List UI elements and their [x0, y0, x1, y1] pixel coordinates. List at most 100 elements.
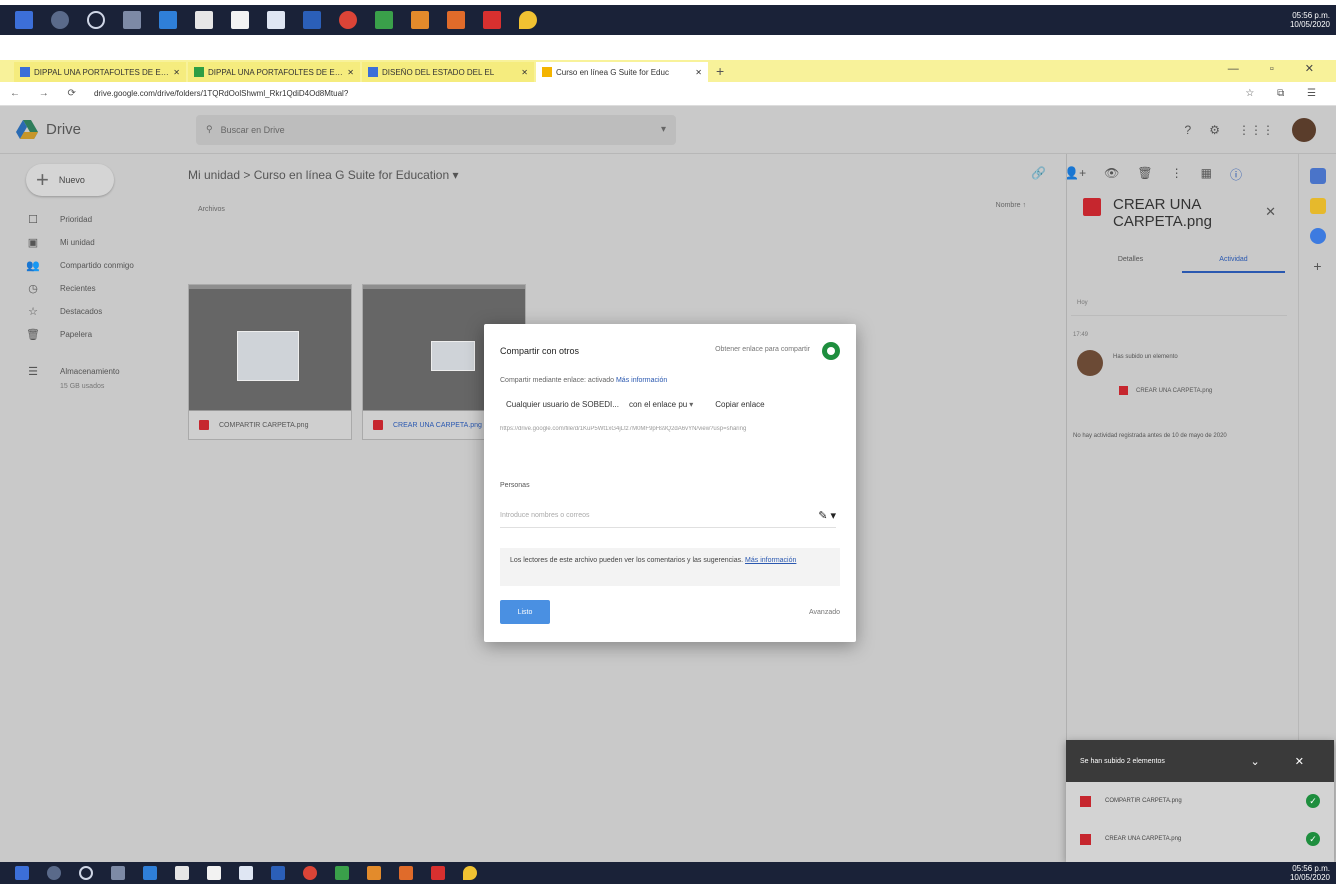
tab-close-icon[interactable]: ✕ — [347, 68, 354, 77]
link-sharing-toggle[interactable] — [822, 342, 840, 360]
task-view-icon[interactable] — [123, 11, 141, 29]
tab-close-icon[interactable]: ✕ — [173, 68, 180, 77]
people-input[interactable]: Introduce nombres o correos ✎ ▾ — [500, 504, 836, 528]
permission-dropdown[interactable]: con el enlace pu — [629, 400, 687, 409]
advanced-link[interactable]: Avanzado — [809, 609, 840, 616]
app-green-icon[interactable] — [335, 866, 349, 880]
browser-tab[interactable]: DIPPAL UNA PORTAFOLTES DE EVIDET ✕ — [188, 62, 360, 82]
nav-buttons[interactable]: ← → ⟳ — [10, 88, 84, 99]
tasks-icon[interactable] — [1309, 228, 1326, 244]
windows-start-icon[interactable] — [15, 866, 29, 880]
url-field[interactable]: drive.google.com/drive/folders/1TQRdOolS… — [94, 89, 1245, 98]
get-share-link[interactable]: Obtener enlace para compartir — [715, 346, 810, 353]
search-icon[interactable] — [47, 866, 61, 880]
file-explorer-icon[interactable] — [175, 866, 189, 880]
settings-icon[interactable]: ⚙ — [1209, 123, 1220, 137]
image-file-icon — [1083, 198, 1101, 216]
search-options-icon[interactable]: ▾ — [661, 124, 666, 135]
calendar-icon[interactable] — [1309, 168, 1326, 184]
pencil-icon[interactable]: ✎ ▾ — [818, 509, 836, 522]
sidebar-item-trash[interactable]: 🗑 Papelera — [0, 323, 168, 346]
tab-activity[interactable]: Actividad — [1182, 256, 1285, 273]
sidebar-item-priority[interactable]: ☐ Prioridad — [0, 208, 168, 231]
chrome-icon[interactable] — [303, 866, 317, 880]
mail-icon[interactable] — [239, 866, 253, 880]
chrome-icon[interactable] — [339, 11, 357, 29]
help-icon[interactable]: ? — [1185, 123, 1192, 137]
activity-note: No hay actividad registrada antes de 10 … — [1073, 433, 1227, 439]
pdf-icon[interactable] — [483, 11, 501, 29]
store-icon[interactable] — [231, 11, 249, 29]
cortana-icon[interactable] — [87, 11, 105, 29]
window-controls[interactable]: — ▫ ✕ — [1228, 62, 1328, 75]
screen: 05:56 p.m. 10/05/2020 DIPPAL UNA PORTAFO… — [0, 0, 1336, 884]
sidebar-item-shared[interactable]: 👥 Compartido conmigo — [0, 254, 168, 277]
taskbar-clock[interactable]: 05:56 p.m. 10/05/2020 — [1290, 864, 1330, 882]
file-explorer-icon[interactable] — [195, 11, 213, 29]
maps-pin-icon[interactable] — [463, 866, 477, 880]
taskbar-date: 10/05/2020 — [1289, 873, 1330, 882]
drive-header: Drive ⚲ Buscar en Drive ▾ ? ⚙ ⋮⋮⋮ — [0, 106, 1336, 154]
new-button[interactable]: + Nuevo — [26, 164, 114, 196]
pdf-icon[interactable] — [431, 866, 445, 880]
storage-icon: ☰ — [28, 366, 38, 378]
drive-app-icon[interactable] — [367, 866, 381, 880]
audience-dropdown[interactable]: Cualquier usuario de SOBEDI... — [506, 400, 619, 409]
account-avatar[interactable] — [1292, 117, 1316, 142]
priority-icon: ☐ — [28, 214, 38, 226]
windows-start-icon[interactable] — [15, 11, 33, 29]
apps-grid-icon[interactable]: ⋮⋮⋮ — [1238, 123, 1274, 137]
mail-icon[interactable] — [267, 11, 285, 29]
activity-file[interactable]: CREAR UNA CARPETA.png — [1119, 386, 1212, 395]
sidebar-item-starred[interactable]: ☆ Destacados — [0, 300, 168, 323]
sidebar-item-my-drive[interactable]: ▣ Mi unidad — [0, 231, 168, 254]
chevron-down-icon[interactable]: ▾ — [689, 400, 693, 409]
sidebar-item-recent[interactable]: ◷ Recientes — [0, 277, 168, 300]
task-view-icon[interactable] — [111, 866, 125, 880]
new-tab-button[interactable]: + — [716, 63, 724, 79]
tab-close-icon[interactable]: ✕ — [695, 68, 702, 77]
taskbar-clock[interactable]: 05:56 p.m. 10/05/2020 — [1290, 11, 1330, 29]
browser-tab-active[interactable]: Curso en línea G Suite for Educ ✕ — [536, 62, 708, 82]
sidebar-item-storage[interactable]: ☰ Almacenamiento — [0, 360, 168, 383]
app-green-icon[interactable] — [375, 11, 393, 29]
keep-icon[interactable] — [1309, 198, 1326, 214]
app-orange-icon[interactable] — [447, 11, 465, 29]
drive-logo[interactable]: Drive — [16, 119, 176, 140]
app-orange-icon[interactable] — [399, 866, 413, 880]
drive-app-icon[interactable] — [411, 11, 429, 29]
tab-close-icon[interactable]: ✕ — [521, 68, 528, 77]
more-info-link[interactable]: Más información — [616, 377, 667, 384]
edge-icon[interactable] — [159, 11, 177, 29]
activity-filter[interactable]: Hoy — [1071, 294, 1287, 316]
get-link-icon[interactable]: 🔗 — [1031, 166, 1046, 183]
tab-details[interactable]: Detalles — [1079, 256, 1182, 273]
breadcrumb[interactable]: Mi unidad > Curso en línea G Suite for E… — [188, 168, 459, 182]
sort-control[interactable]: Nombre ↑ — [996, 202, 1026, 209]
maps-pin-icon[interactable] — [519, 11, 537, 29]
search-icon[interactable] — [51, 11, 69, 29]
sidebar-item-label: Almacenamiento — [60, 367, 120, 376]
store-icon[interactable] — [207, 866, 221, 880]
link-status: Compartir mediante enlace: activado Más … — [500, 377, 667, 384]
word-icon[interactable] — [271, 866, 285, 880]
upload-controls[interactable]: ⌄ ✕ — [1251, 755, 1321, 768]
edge-icon[interactable] — [143, 866, 157, 880]
browser-actions[interactable]: ☆ ⧉ ☰ — [1245, 88, 1326, 99]
file-card[interactable]: COMPARTIR CARPETA.png — [188, 284, 352, 440]
done-button[interactable]: Listo — [500, 600, 550, 624]
search-input[interactable]: ⚲ Buscar en Drive ▾ — [196, 114, 676, 145]
upload-item[interactable]: COMPARTIR CARPETA.png ✓ — [1066, 782, 1334, 820]
add-addon-icon[interactable]: + — [1310, 258, 1326, 274]
cortana-icon[interactable] — [79, 866, 93, 880]
file-name: CREAR UNA CARPETA.png — [393, 421, 482, 429]
note-more-info-link[interactable]: Más información — [745, 557, 796, 564]
browser-tab[interactable]: DISEÑO DEL ESTADO DEL EL ✕ — [362, 62, 534, 82]
copy-link-button[interactable]: Copiar enlace — [715, 400, 764, 409]
close-icon[interactable]: ✕ — [1265, 204, 1276, 220]
tab-label: DIPPAL UNA PORTAFOLTES DE EVIDET — [208, 67, 344, 77]
browser-tab[interactable]: DIPPAL UNA PORTAFOLTES DE EVIDET ✕ — [14, 62, 186, 82]
share-url[interactable]: https://drive.google.com/file/d/1KuP5Wt1… — [500, 426, 840, 432]
upload-item[interactable]: CREAR UNA CARPETA.png ✓ — [1066, 820, 1334, 858]
word-icon[interactable] — [303, 11, 321, 29]
